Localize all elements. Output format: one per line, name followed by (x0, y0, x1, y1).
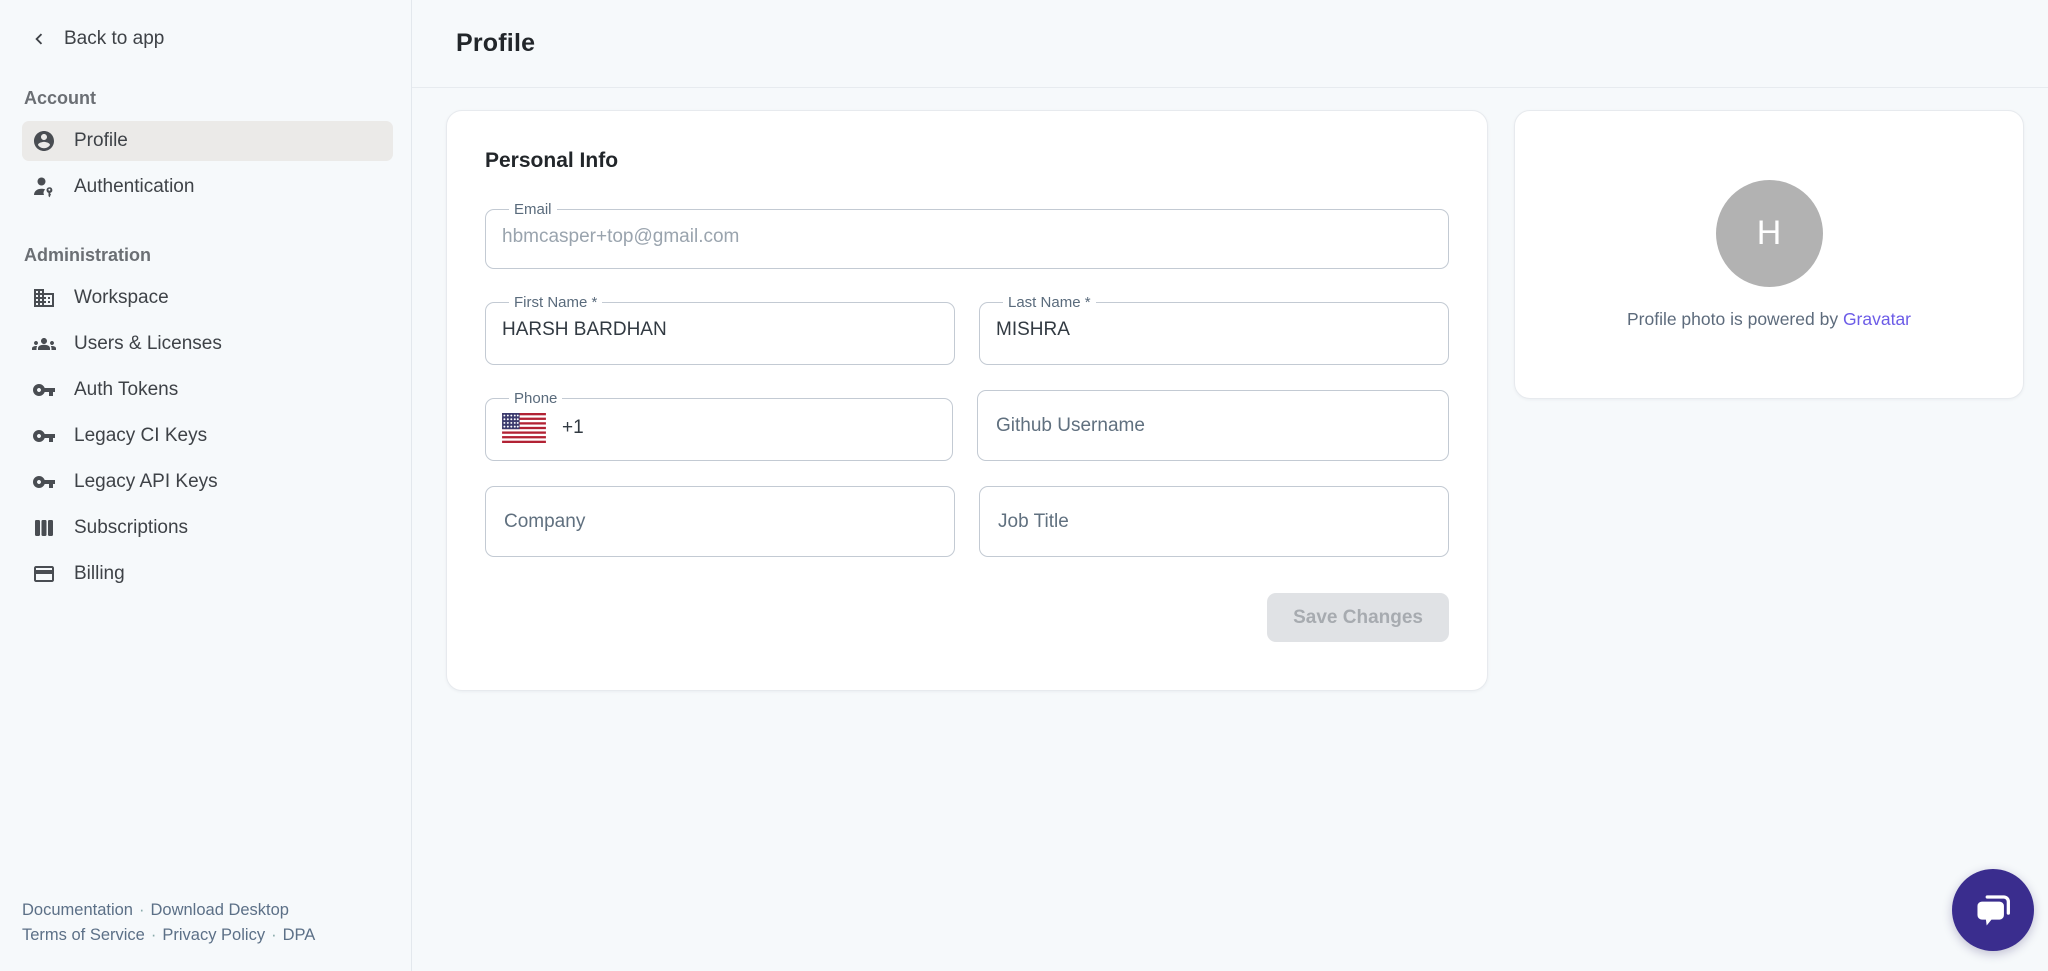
phone-field[interactable]: Phone (485, 390, 953, 461)
sidebar-item-workspace[interactable]: Workspace (22, 278, 393, 318)
sidebar-item-billing[interactable]: Billing (22, 554, 393, 594)
section-label-administration: Administration (24, 245, 393, 266)
groups-icon (32, 332, 56, 356)
us-flag-icon[interactable] (502, 413, 546, 443)
sidebar-item-legacy-api-keys[interactable]: Legacy API Keys (22, 462, 393, 502)
section-label-account: Account (24, 88, 393, 109)
sidebar-item-label: Profile (74, 130, 128, 152)
person-key-icon (32, 175, 56, 199)
sidebar-item-label: Legacy API Keys (74, 471, 218, 493)
sidebar-item-label: Users & Licenses (74, 333, 222, 355)
first-name-field[interactable]: First Name * (485, 294, 955, 365)
sidebar-item-profile[interactable]: Profile (22, 121, 393, 161)
privacy-policy-link[interactable]: Privacy Policy (162, 926, 265, 944)
separator: · (265, 926, 283, 944)
page-title: Profile (456, 29, 535, 58)
avatar-letter: H (1757, 214, 1782, 253)
sidebar-item-label: Authentication (74, 176, 194, 198)
job-title-input[interactable] (998, 511, 1430, 533)
first-name-label: First Name * (514, 294, 597, 311)
sidebar-item-auth-tokens[interactable]: Auth Tokens (22, 370, 393, 410)
phone-label: Phone (514, 390, 557, 407)
sidebar-footer: Documentation·Download Desktop Terms of … (22, 898, 393, 949)
footer-row-1: Documentation·Download Desktop (22, 898, 393, 924)
company-field[interactable] (485, 486, 955, 557)
gravatar-card: H Profile photo is powered by Gravatar (1514, 110, 2024, 399)
credit-card-icon (32, 562, 56, 586)
sidebar-item-label: Subscriptions (74, 517, 188, 539)
chat-widget-button[interactable] (1952, 869, 2034, 951)
main-area: Profile Personal Info Email First Name *… (412, 0, 2048, 971)
sidebar-item-authentication[interactable]: Authentication (22, 167, 393, 207)
phone-dial-code[interactable]: +1 (562, 417, 584, 439)
sidebar-item-label: Legacy CI Keys (74, 425, 207, 447)
columns-icon (32, 516, 56, 540)
last-name-field[interactable]: Last Name * (979, 294, 1449, 365)
gravatar-link[interactable]: Gravatar (1843, 309, 1911, 329)
github-username-input[interactable] (996, 415, 1430, 437)
sidebar-item-users-licenses[interactable]: Users & Licenses (22, 324, 393, 364)
page-header: Profile (412, 0, 2048, 88)
company-job-row (485, 486, 1449, 557)
name-row: First Name * Last Name * (485, 294, 1449, 365)
company-input[interactable] (504, 511, 936, 533)
personal-info-title: Personal Info (485, 149, 1449, 173)
email-field[interactable]: Email (485, 201, 1449, 269)
gravatar-caption-text: Profile photo is powered by (1627, 309, 1843, 329)
building-icon (32, 286, 56, 310)
sidebar-item-label: Billing (74, 563, 125, 585)
separator: · (145, 926, 163, 944)
phone-github-row: Phone (485, 390, 1449, 461)
last-name-label: Last Name * (1008, 294, 1091, 311)
github-username-field[interactable] (977, 390, 1449, 461)
save-row: Save Changes (485, 593, 1449, 642)
chat-bubble-icon (1970, 887, 2016, 933)
save-changes-button[interactable]: Save Changes (1267, 593, 1449, 642)
documentation-link[interactable]: Documentation (22, 901, 133, 919)
footer-row-2: Terms of Service·Privacy Policy·DPA (22, 923, 393, 949)
dpa-link[interactable]: DPA (283, 926, 316, 944)
back-to-app-button[interactable]: Back to app (22, 24, 393, 54)
email-input[interactable] (502, 226, 1432, 248)
job-title-field[interactable] (979, 486, 1449, 557)
personal-info-card: Personal Info Email First Name * Last Na… (446, 110, 1488, 691)
email-label: Email (514, 201, 552, 218)
key-icon (32, 424, 56, 448)
last-name-input[interactable] (996, 319, 1432, 341)
sidebar-item-label: Workspace (74, 287, 169, 309)
email-row: Email (485, 201, 1449, 269)
separator: · (133, 901, 151, 919)
sidebar-item-label: Auth Tokens (74, 379, 178, 401)
avatar: H (1716, 180, 1823, 287)
first-name-input[interactable] (502, 319, 938, 341)
back-to-app-label: Back to app (64, 28, 164, 50)
chevron-left-icon (28, 28, 50, 50)
gravatar-caption: Profile photo is powered by Gravatar (1627, 309, 1911, 330)
key-icon (32, 470, 56, 494)
key-icon (32, 378, 56, 402)
account-circle-icon (32, 129, 56, 153)
sidebar-item-subscriptions[interactable]: Subscriptions (22, 508, 393, 548)
content-area: Personal Info Email First Name * Last Na… (412, 88, 2048, 691)
terms-of-service-link[interactable]: Terms of Service (22, 926, 145, 944)
sidebar: Back to app Account Profile Authenticati… (0, 0, 412, 971)
sidebar-item-legacy-ci-keys[interactable]: Legacy CI Keys (22, 416, 393, 456)
download-desktop-link[interactable]: Download Desktop (150, 901, 289, 919)
